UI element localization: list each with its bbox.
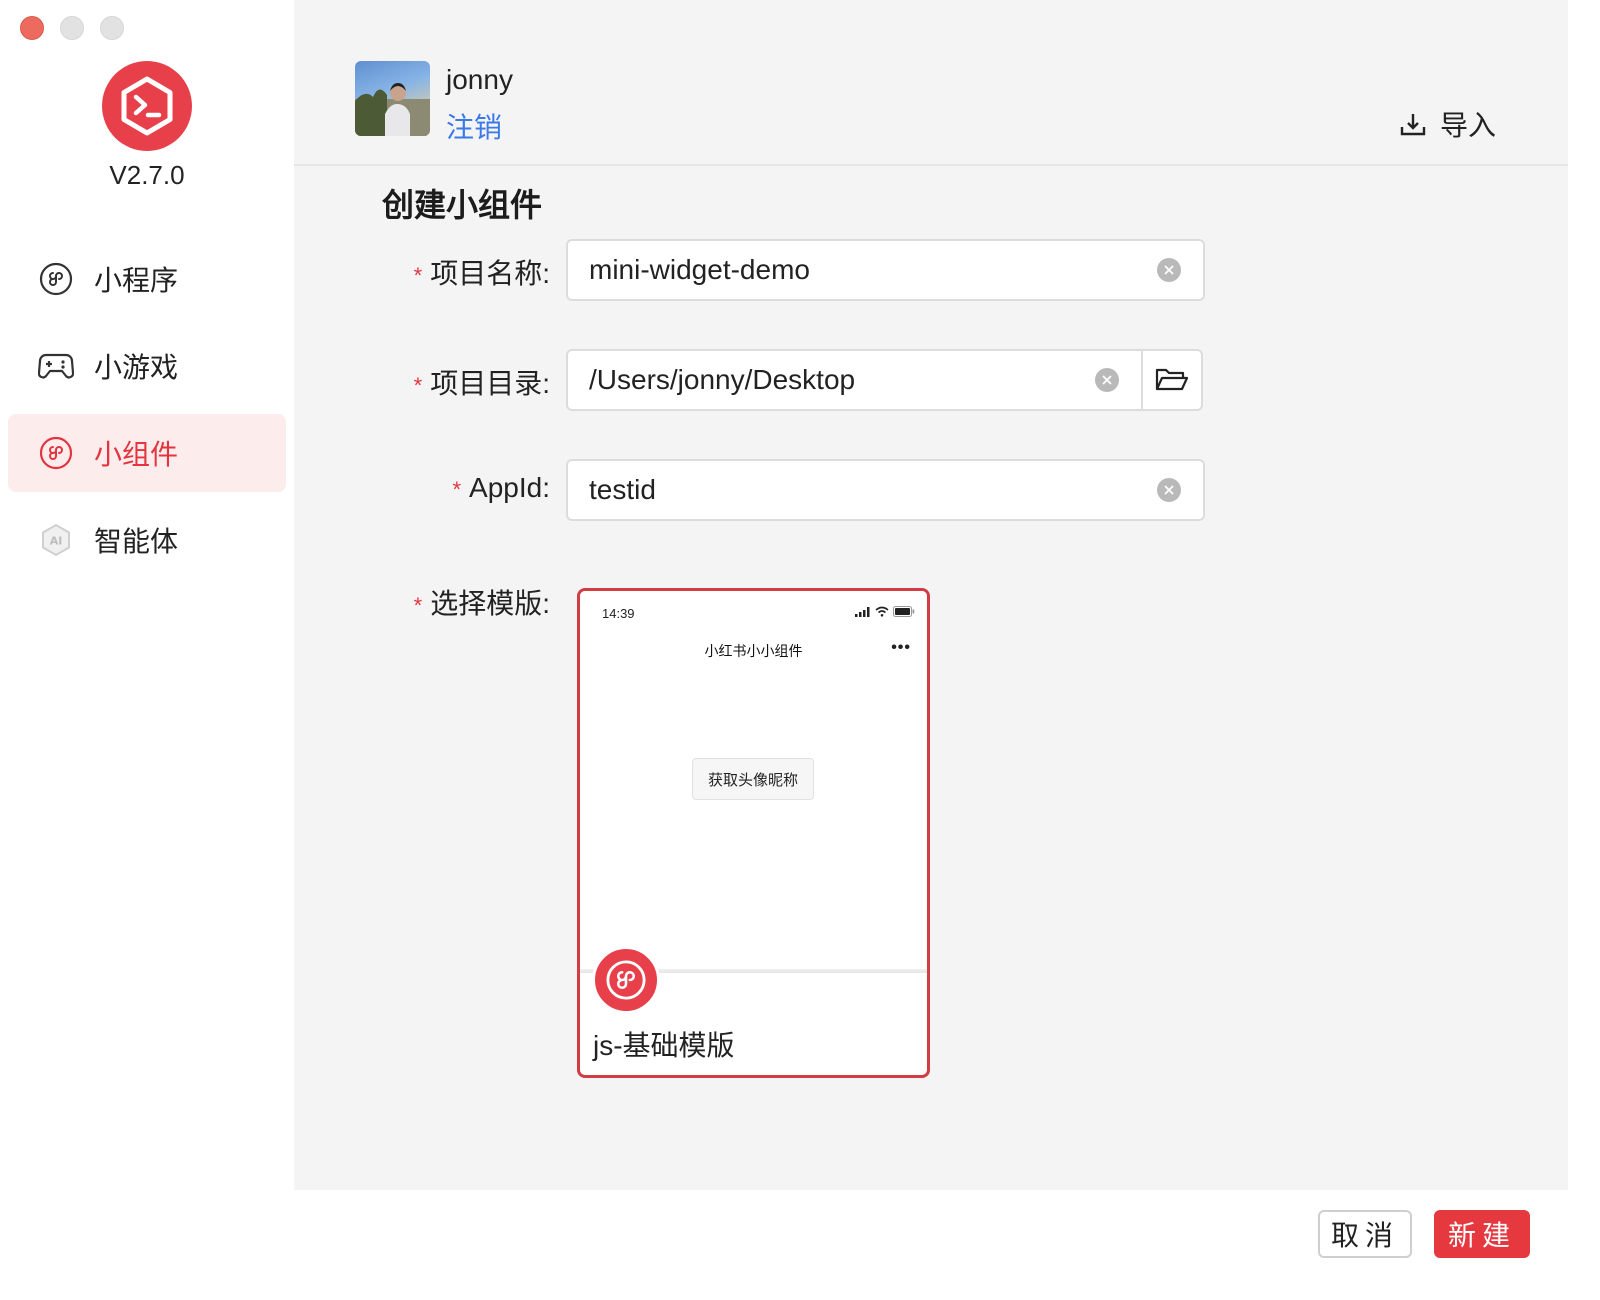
- clear-icon[interactable]: [1157, 478, 1181, 502]
- clear-icon[interactable]: [1095, 368, 1119, 392]
- sidebar-nav: 小程序 小游戏 小组件 AI 智能体: [8, 240, 286, 588]
- project-dir-label: * 项目目录:: [413, 368, 550, 399]
- mini-program-icon: [38, 261, 74, 297]
- import-button[interactable]: 导入: [1400, 104, 1496, 144]
- mini-program-icon: [606, 960, 646, 1000]
- appid-field: [566, 459, 1205, 521]
- gamepad-icon: [38, 348, 74, 384]
- required-mark: *: [413, 373, 423, 398]
- preview-status-bar: [855, 606, 915, 617]
- user-header: jonny 注销 导入: [294, 0, 1568, 166]
- project-name-label: * 项目名称:: [413, 258, 550, 289]
- sidebar-item-agent[interactable]: AI 智能体: [8, 501, 286, 579]
- close-window-button[interactable]: [20, 16, 44, 40]
- create-button[interactable]: 新建: [1434, 1210, 1530, 1258]
- folder-open-icon: [1155, 368, 1189, 391]
- import-label: 导入: [1439, 110, 1496, 141]
- app-logo: [102, 61, 192, 151]
- required-mark: *: [413, 263, 423, 288]
- project-name-field: [566, 239, 1205, 301]
- svg-text:AI: AI: [50, 535, 63, 548]
- required-mark: *: [452, 477, 462, 502]
- preview-time: 14:39: [602, 606, 635, 621]
- preview-button: 获取头像昵称: [692, 758, 814, 800]
- sidebar: V2.7.0 小程序 小游戏 小组件 AI 智能体: [0, 0, 294, 1300]
- sidebar-item-mini-game[interactable]: 小游戏: [8, 327, 286, 405]
- signal-icon: [855, 606, 870, 617]
- window-controls: [20, 16, 124, 40]
- appid-input[interactable]: [568, 461, 1157, 519]
- username: jonny: [446, 64, 513, 95]
- avatar: [355, 61, 430, 136]
- main-panel: jonny 注销 导入 创建小组件 *项目名称: *项目目录:: [294, 0, 1568, 1190]
- sidebar-item-label: 小组件: [94, 439, 179, 470]
- cancel-button[interactable]: 取消: [1318, 1210, 1412, 1258]
- download-icon: [1400, 114, 1426, 136]
- template-card[interactable]: 14:39 小红书小小组件 ••• 获取头像昵称 js-基础模版: [577, 588, 930, 1078]
- maximize-window-button[interactable]: [100, 16, 124, 40]
- sidebar-item-label: 小程序: [94, 265, 179, 296]
- page-title: 创建小组件: [382, 187, 543, 223]
- mini-program-icon: [38, 435, 74, 471]
- template-preview: 14:39 小红书小小组件 ••• 获取头像昵称: [580, 591, 927, 973]
- browse-folder-button[interactable]: [1141, 351, 1201, 409]
- more-icon: •••: [891, 639, 911, 656]
- minimize-window-button[interactable]: [60, 16, 84, 40]
- ai-hexagon-icon: AI: [38, 522, 74, 558]
- battery-icon: [893, 606, 915, 617]
- template-name: js-基础模版: [593, 1030, 735, 1061]
- project-name-input[interactable]: [568, 241, 1157, 299]
- clear-icon[interactable]: [1157, 258, 1181, 282]
- appid-label: * AppId:: [452, 472, 550, 503]
- terminal-hexagon-icon: [121, 76, 173, 136]
- required-mark: *: [413, 593, 423, 618]
- footer-bar: 取消 新建: [294, 1190, 1600, 1300]
- sidebar-item-label: 智能体: [94, 526, 179, 557]
- project-dir-input[interactable]: [568, 351, 1095, 409]
- app-version: V2.7.0: [109, 160, 185, 190]
- sidebar-item-mini-widget[interactable]: 小组件: [8, 414, 286, 492]
- project-dir-field: [566, 349, 1203, 411]
- template-label: * 选择模版:: [413, 588, 550, 619]
- logout-link[interactable]: 注销: [446, 106, 502, 146]
- preview-title: 小红书小小组件: [704, 643, 803, 659]
- template-logo: [592, 946, 660, 1014]
- wifi-icon: [875, 606, 889, 617]
- sidebar-item-label: 小游戏: [94, 352, 179, 383]
- sidebar-item-mini-program[interactable]: 小程序: [8, 240, 286, 318]
